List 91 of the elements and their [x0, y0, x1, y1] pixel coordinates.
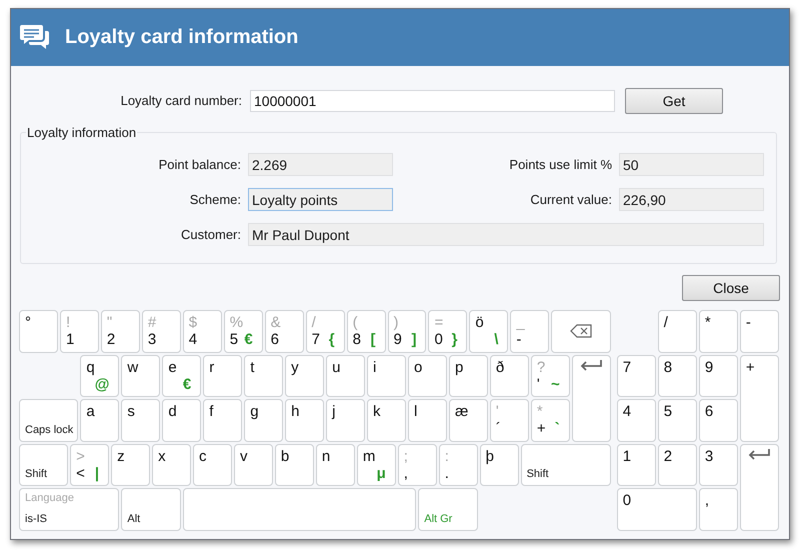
keyboard-key[interactable]: ( 8 [: [346, 310, 386, 352]
alt-key[interactable]: Alt: [121, 488, 181, 530]
keyboard-key[interactable]: 2: [658, 444, 697, 486]
keyboard-key[interactable]: v: [234, 444, 273, 486]
keyboard-key[interactable]: ,: [698, 488, 738, 530]
keyboard-key[interactable]: 8: [658, 354, 697, 397]
keyboard-key[interactable]: ' ´: [490, 399, 529, 442]
keyboard-key[interactable]: 9: [698, 354, 738, 397]
keyboard-key[interactable]: y: [285, 354, 324, 397]
field-label: Scheme:: [188, 192, 241, 207]
keyboard-key[interactable]: ð: [490, 354, 529, 397]
keyboard-key[interactable]: ! 1: [60, 310, 99, 352]
keyboard-key[interactable]: ) 9 ]: [388, 310, 426, 352]
keyboard-key[interactable]: = 0 }: [428, 310, 468, 352]
keyboard-key[interactable]: ? ' ~: [530, 354, 570, 397]
keyboard-key[interactable]: a: [80, 399, 120, 442]
keyboard-key[interactable]: °: [19, 310, 58, 352]
readonly-field: 226,90: [619, 188, 764, 211]
readonly-field: 50: [619, 153, 764, 176]
card-number-input[interactable]: 10000001: [250, 90, 615, 112]
shift-key[interactable]: Shift: [19, 444, 68, 486]
field-label: Customer:: [180, 227, 241, 242]
shift-key[interactable]: Shift: [520, 444, 611, 486]
keyboard-key[interactable]: /: [658, 310, 697, 352]
keyboard-key[interactable]: h: [285, 399, 324, 442]
keyboard-key[interactable]: $ 4: [182, 310, 222, 352]
enter-icon: [580, 358, 602, 370]
field-label: Point balance:: [158, 157, 241, 172]
keyboard-key[interactable]: j: [326, 399, 366, 442]
keyboard-key[interactable]: 7: [616, 354, 656, 397]
keyboard-key[interactable]: / 7 {: [306, 310, 345, 352]
keyboard-key[interactable]: i: [367, 354, 406, 397]
keyboard-key[interactable]: u: [326, 354, 366, 397]
close-button[interactable]: Close: [682, 275, 780, 301]
keyboard-key[interactable]: # 3: [142, 310, 181, 352]
keyboard-key[interactable]: * + `: [530, 399, 570, 442]
caps-lock-key[interactable]: Caps lock: [19, 399, 78, 442]
field-label: Points use limit %: [508, 157, 612, 172]
readonly-field: 2.269: [248, 153, 393, 176]
keyboard-key[interactable]: l: [408, 399, 447, 442]
backspace-key[interactable]: [551, 310, 611, 352]
keyboard-key[interactable]: +: [740, 354, 779, 442]
enter-icon: [748, 448, 770, 460]
keyboard-key[interactable]: 0: [616, 488, 697, 530]
keyboard-key[interactable]: *: [698, 310, 738, 352]
keyboard-key[interactable]: 4: [616, 399, 656, 442]
keyboard-key[interactable]: n: [316, 444, 355, 486]
keyboard-key[interactable]: t: [244, 354, 284, 397]
keyboard-key[interactable]: d: [162, 399, 202, 442]
space-key[interactable]: [182, 488, 416, 530]
keyboard-key[interactable]: : .: [438, 444, 478, 486]
get-button[interactable]: Get: [625, 88, 723, 114]
keyboard-key[interactable]: % 5 €: [224, 310, 263, 352]
keyboard-key[interactable]: m μ: [356, 444, 396, 486]
language-key[interactable]: Language is-IS: [19, 488, 120, 530]
keyboard-key[interactable]: x: [152, 444, 192, 486]
keyboard-key[interactable]: s: [121, 399, 160, 442]
enter-key[interactable]: [740, 444, 779, 530]
keyboard-key[interactable]: þ: [480, 444, 519, 486]
keyboard-key[interactable]: 5: [658, 399, 697, 442]
keyboard-key[interactable]: ö \: [469, 310, 508, 352]
keyboard-key[interactable]: c: [193, 444, 232, 486]
keyboard-key[interactable]: _ -: [510, 310, 550, 352]
keyboard-key[interactable]: r: [203, 354, 242, 397]
keyboard-key[interactable]: z: [111, 444, 150, 486]
keyboard-key[interactable]: o: [408, 354, 447, 397]
keyboard-key[interactable]: ; ,: [398, 444, 437, 486]
keyboard-key[interactable]: " 2: [100, 310, 140, 352]
keyboard-key[interactable]: 1: [616, 444, 656, 486]
readonly-field: Mr Paul Dupont: [248, 223, 764, 246]
keyboard-key[interactable]: > < |: [70, 444, 110, 486]
keyboard-key[interactable]: q @: [80, 354, 120, 397]
keyboard-key[interactable]: b: [274, 444, 314, 486]
field-label: Loyalty card number:: [120, 93, 242, 108]
keyboard-key[interactable]: g: [244, 399, 284, 442]
keyboard-key[interactable]: 3: [698, 444, 738, 486]
field-label: Current value:: [529, 192, 612, 207]
keyboard-key[interactable]: e €: [162, 354, 202, 397]
window-title: Loyalty card information: [65, 26, 298, 49]
keyboard-key[interactable]: & 6: [264, 310, 304, 352]
alt-gr-key[interactable]: Alt Gr: [418, 488, 478, 530]
keyboard-key[interactable]: k: [367, 399, 406, 442]
keyboard-key[interactable]: -: [740, 310, 779, 352]
keyboard-key[interactable]: æ: [448, 399, 488, 442]
keyboard-key[interactable]: p: [448, 354, 488, 397]
keyboard-key[interactable]: w: [121, 354, 160, 397]
keyboard-key[interactable]: 6: [698, 399, 738, 442]
group-title: Loyalty information: [26, 125, 138, 140]
keyboard-key[interactable]: f: [203, 399, 242, 442]
readonly-field: Loyalty points: [248, 188, 393, 211]
backspace-icon: [570, 324, 592, 338]
